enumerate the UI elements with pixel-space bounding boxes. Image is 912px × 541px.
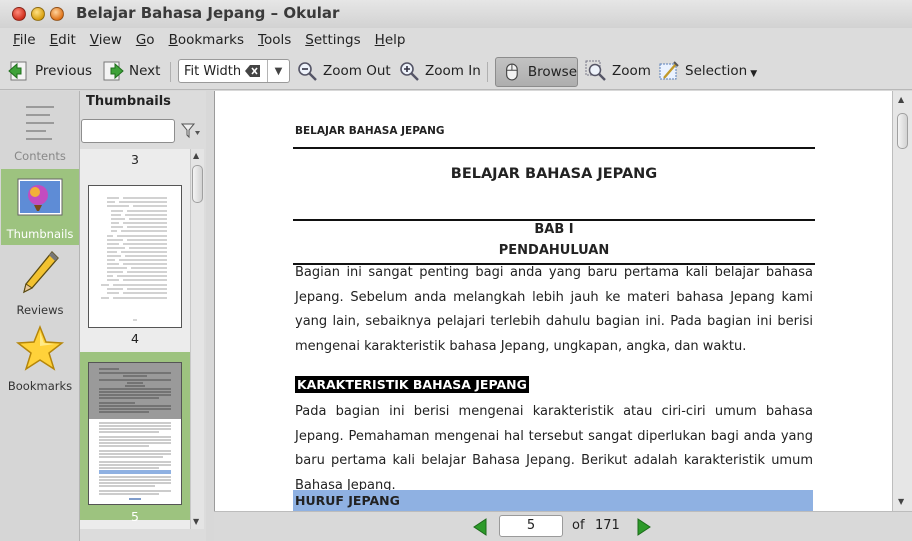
panel-splitter[interactable] [206,91,214,541]
filter-icon[interactable] [181,123,201,139]
characteristics-paragraph: Pada bagian ini berisi mengenai karakter… [295,404,813,493]
selection-tool-icon [659,61,679,80]
horizontal-rule [293,219,815,221]
thumbnails-search-input[interactable] [81,119,175,143]
sidebar-item-contents[interactable]: Contents [1,91,79,167]
selection-tool-button[interactable]: Selection ▼ [658,57,757,85]
sidebar-item-thumbnails[interactable]: Thumbnails [1,169,79,245]
sidebar-item-reviews[interactable]: Reviews [1,245,79,321]
thumbnail-page-number: 5 [131,509,139,524]
toolbar-separator [487,62,488,82]
previous-page-arrow-icon[interactable] [472,518,488,536]
zoom-tool-icon [585,60,606,81]
section-heading-highlighted: HURUF JEPANG [293,490,813,511]
running-header: BELAJAR BAHASA JEPANG [295,125,445,137]
mouse-icon [506,63,518,81]
thumbnail-page-5[interactable] [88,362,182,505]
menu-help[interactable]: Help [368,32,413,48]
thumbnail-page-number: 3 [131,152,139,167]
main-toolbar: Previous Next Fit Width ▼ Zoom Out Zoom … [0,52,912,90]
thumbnails-heading: Thumbnails [86,94,171,109]
title-bar: Belajar Bahasa Jepang – Okular [0,0,912,28]
menu-bar: File Edit View Go Bookmarks Tools Settin… [0,28,912,52]
toc-page-preview [101,197,167,321]
zoom-mode-combobox[interactable]: Fit Width ▼ [178,59,290,83]
page-total: 171 [595,518,620,533]
chevron-down-icon[interactable]: ▼ [193,517,199,526]
menu-bookmarks[interactable]: Bookmarks [162,32,251,48]
next-page-icon [103,61,124,81]
zoom-in-button[interactable]: Zoom In [398,57,481,85]
chevron-up-icon[interactable]: ▲ [898,95,904,104]
intro-paragraph: Bagian ini sangat penting bagi anda yang… [295,265,813,354]
menu-file[interactable]: File [6,32,43,48]
current-page-preview [89,363,181,500]
chapter-number: BAB I [534,222,574,237]
maximize-window-button[interactable] [50,7,64,21]
zoom-in-icon [400,62,419,81]
pencil-icon [23,251,59,294]
sidebar-item-bookmarks[interactable]: Bookmarks [1,321,79,397]
chapter-title: PENDAHULUAN [498,243,610,258]
previous-button[interactable]: Previous [8,57,92,85]
clear-text-icon[interactable] [245,64,261,78]
document-scrollbar[interactable]: ▲ ▼ [892,91,912,511]
chevron-up-icon[interactable]: ▲ [193,151,199,160]
page-of-label: of [572,518,585,533]
thumbnail-scrollbar[interactable]: ▲ ▼ [190,149,204,529]
chevron-down-icon[interactable]: ▼ [750,69,757,79]
document-title: BELAJAR BAHASA JEPANG [450,166,658,182]
chevron-down-icon[interactable]: ▼ [898,497,904,506]
next-page-arrow-icon[interactable] [636,518,652,536]
thumbnails-panel: Thumbnails 3 4 5 ▲ ▼ [80,91,206,541]
star-icon [15,324,65,371]
page-navigation-bar: 5 of 171 [214,511,912,541]
menu-tools[interactable]: Tools [251,32,298,48]
zoom-tool-button[interactable]: Zoom [585,57,651,85]
document-page: BELAJAR BAHASA JEPANG BELAJAR BAHASA JEP… [215,91,893,511]
menu-view[interactable]: View [83,32,129,48]
next-button[interactable]: Next [102,57,160,85]
zoom-out-icon [298,62,317,81]
minimize-window-button[interactable] [31,7,45,21]
thumbnail-page-4[interactable] [88,185,182,328]
side-panel: Contents Thumbnails Reviews Bookmarks [0,91,80,541]
menu-edit[interactable]: Edit [43,32,83,48]
zoom-out-button[interactable]: Zoom Out [296,57,391,85]
thumbnails-icon [17,178,63,216]
scrollbar-thumb[interactable] [897,113,908,149]
window-title: Belajar Bahasa Jepang – Okular [76,4,340,22]
horizontal-rule [293,147,815,149]
previous-page-icon [8,61,27,81]
page-number-input[interactable]: 5 [499,515,563,537]
contents-icon [26,106,54,140]
menu-go[interactable]: Go [129,32,162,48]
toolbar-separator [170,62,171,82]
close-window-button[interactable] [12,7,26,21]
menu-settings[interactable]: Settings [298,32,367,48]
scrollbar-thumb[interactable] [192,165,203,203]
chevron-down-icon[interactable]: ▼ [267,60,289,82]
document-view[interactable]: BELAJAR BAHASA JEPANG BELAJAR BAHASA JEP… [214,91,912,511]
thumbnail-list: 3 4 5 [80,149,190,529]
browse-tool-button[interactable]: Browse [495,57,578,87]
section-heading: KARAKTERISTIK BAHASA JEPANG [295,376,529,393]
thumbnail-page-number: 4 [131,331,139,346]
